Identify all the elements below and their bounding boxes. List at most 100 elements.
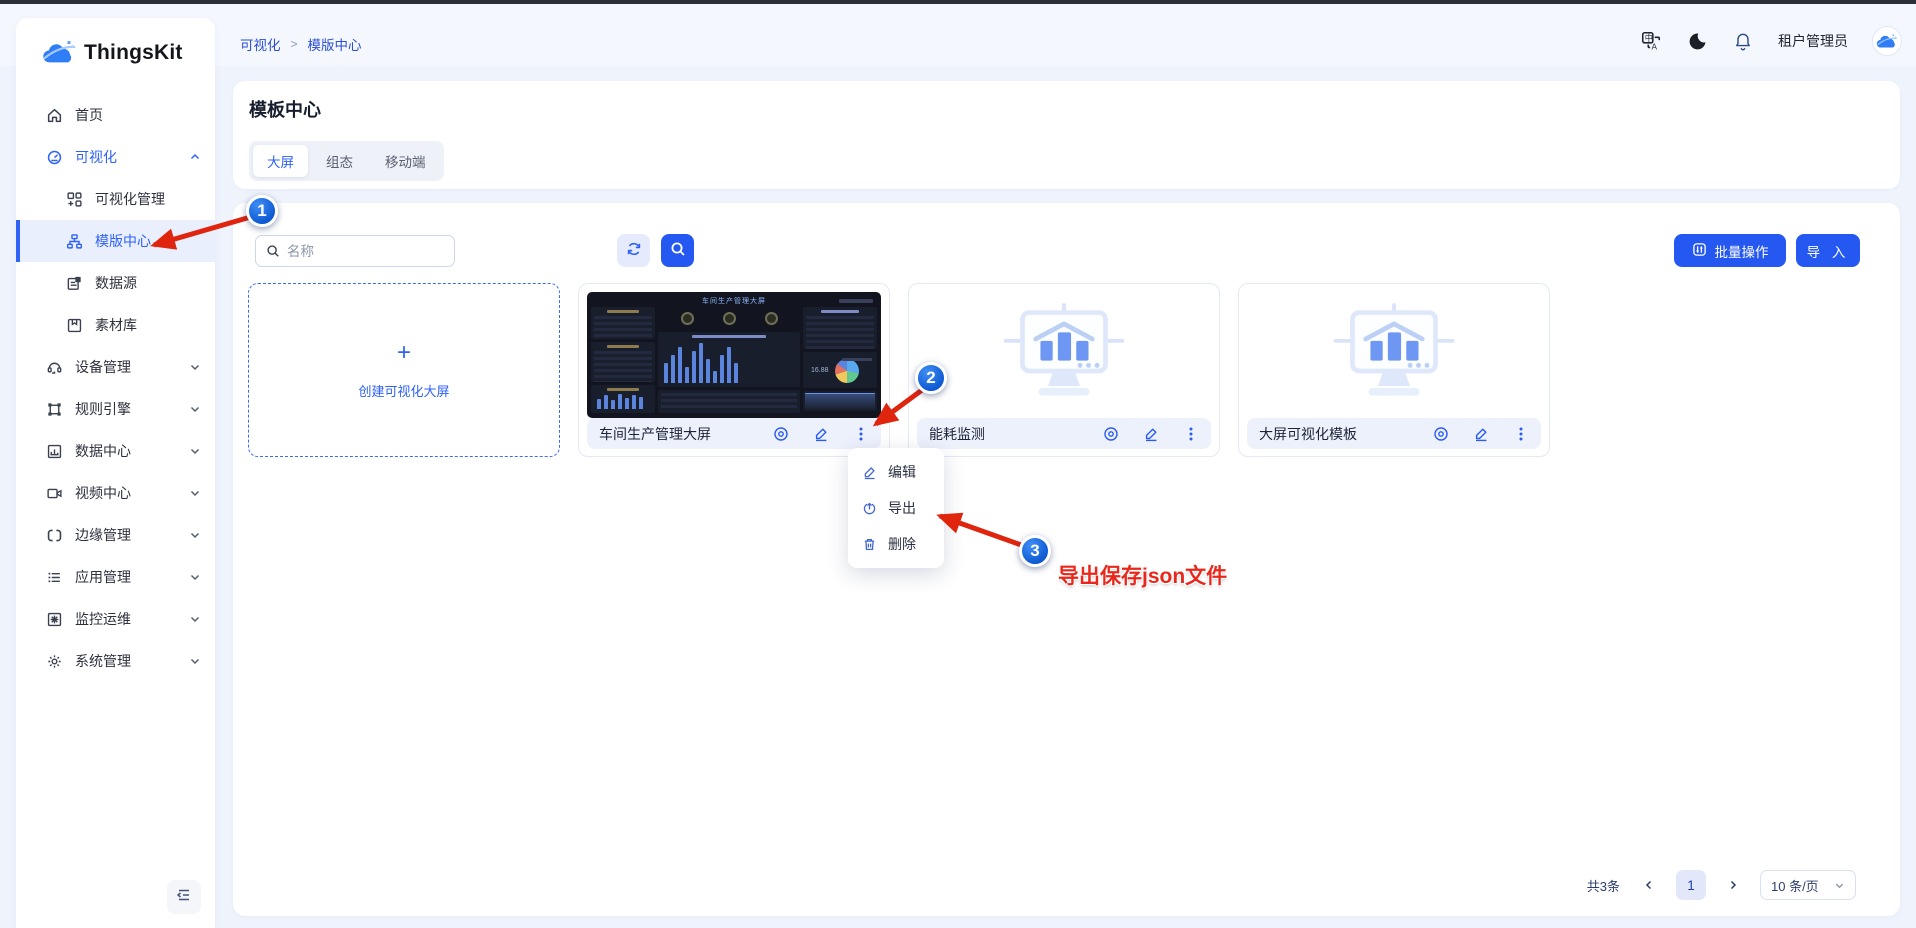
more-icon[interactable] [1513, 426, 1529, 442]
sidebar-item-data-center[interactable]: 数据中心 [16, 430, 215, 472]
chevron-down-icon [189, 613, 201, 625]
delete-icon [862, 537, 877, 552]
sidebar-item-datasource[interactable]: 数据源 [16, 262, 215, 304]
breadcrumb-template-center[interactable]: 模版中心 [308, 34, 362, 54]
template-grid: + 创建可视化大屏 车间生产管理大屏 16.88 车间生产管理大屏 能耗监测 大… [248, 283, 1880, 457]
thumbnail-timestamp [839, 299, 873, 303]
search-button[interactable] [661, 234, 694, 267]
user-name[interactable]: 租户管理员 [1778, 31, 1848, 51]
placeholder-illustration [1247, 292, 1541, 418]
sidebar-item-visualization[interactable]: 可视化 [16, 136, 215, 178]
template-title: 大屏可视化模板 [1259, 425, 1357, 442]
template-center-icon [66, 233, 83, 250]
thumbnail-title: 车间生产管理大屏 [702, 298, 766, 305]
dark-mode-icon[interactable] [1686, 30, 1708, 52]
monitor-chart-icon [1003, 303, 1125, 396]
home-icon [46, 107, 63, 124]
batch-operation-button[interactable]: 批量操作 [1674, 234, 1786, 267]
tab-mobile[interactable]: 移动端 [371, 145, 440, 177]
chevron-down-icon [189, 361, 201, 373]
template-title: 车间生产管理大屏 [599, 425, 711, 442]
placeholder-illustration [917, 292, 1211, 418]
edit-icon[interactable] [1143, 426, 1159, 442]
system-manage-icon [46, 653, 63, 670]
search-box [255, 235, 464, 267]
monitor-chart-icon [1333, 303, 1455, 396]
chevron-down-icon [189, 571, 201, 583]
template-card-energy[interactable]: 能耗监测 [908, 283, 1220, 457]
menu-item-edit[interactable]: 编辑 [848, 454, 944, 490]
sidebar: ThingsKit 首页 可视化 可视化管理 模版中心 数据源 素材库 设备管理… [16, 18, 215, 928]
sidebar-item-visualization-manage[interactable]: 可视化管理 [16, 178, 215, 220]
edit-icon[interactable] [813, 426, 829, 442]
chevron-down-icon [189, 529, 201, 541]
sidebar-item-material-library[interactable]: 素材库 [16, 304, 215, 346]
template-card-workshop[interactable]: 车间生产管理大屏 16.88 车间生产管理大屏 [578, 283, 890, 457]
sidebar-item-system-manage[interactable]: 系统管理 [16, 640, 215, 682]
template-title: 能耗监测 [929, 425, 985, 442]
logo-cloud-icon [42, 40, 76, 66]
topbar: 可视化 > 模版中心 中 A 租户管理员 [0, 4, 1916, 66]
sidebar-item-video-center[interactable]: 视频中心 [16, 472, 215, 514]
preview-icon[interactable] [1433, 426, 1449, 442]
page-header: 模板中心 大屏 组态 移动端 [233, 81, 1900, 189]
preview-icon[interactable] [1103, 426, 1119, 442]
sidebar-item-label: 可视化 [75, 149, 117, 165]
refresh-button[interactable] [617, 234, 650, 267]
more-icon[interactable] [1183, 426, 1199, 442]
tab-scada[interactable]: 组态 [312, 145, 367, 177]
avatar[interactable] [1872, 26, 1902, 56]
sidebar-item-label: 数据中心 [75, 443, 131, 459]
kpi-circles [658, 307, 800, 329]
more-icon[interactable] [853, 426, 869, 442]
translate-icon[interactable]: 中 A [1640, 30, 1662, 52]
page-size-select[interactable]: 10 条/页 [1760, 870, 1856, 900]
sidebar-item-edge-manage[interactable]: 边缘管理 [16, 514, 215, 556]
sidebar-item-monitor-ops[interactable]: 监控运维 [16, 598, 215, 640]
next-page-button[interactable] [1722, 874, 1744, 896]
search-icon [266, 244, 280, 258]
template-card-bigscreen-template[interactable]: 大屏可视化模板 [1238, 283, 1550, 457]
create-big-screen-card[interactable]: + 创建可视化大屏 [248, 283, 560, 457]
card-footer: 大屏可视化模板 [1247, 418, 1541, 449]
refresh-icon [626, 241, 642, 260]
chevron-down-icon [1834, 880, 1845, 891]
sidebar-item-device-manage[interactable]: 设备管理 [16, 346, 215, 388]
edit-icon[interactable] [1473, 426, 1489, 442]
create-label: 创建可视化大屏 [358, 383, 450, 399]
collapse-sidebar-button[interactable] [167, 880, 201, 914]
notification-icon[interactable] [1732, 30, 1754, 52]
sidebar-item-home[interactable]: 首页 [16, 94, 215, 136]
tab-big-screen[interactable]: 大屏 [253, 145, 308, 177]
datasource-icon [66, 275, 83, 292]
page-number-1[interactable]: 1 [1676, 870, 1706, 900]
breadcrumb-visualization[interactable]: 可视化 [240, 34, 281, 54]
sidebar-item-rule-engine[interactable]: 规则引擎 [16, 388, 215, 430]
sidebar-item-template-center[interactable]: 模版中心 [16, 220, 215, 262]
data-center-icon [46, 443, 63, 460]
menu-item-export[interactable]: 导出 [848, 490, 944, 526]
tabs: 大屏 组态 移动端 [249, 141, 444, 181]
edge-manage-icon [46, 527, 63, 544]
app-name: ThingsKit [84, 41, 183, 64]
video-center-icon [46, 485, 63, 502]
visualization-icon [46, 149, 63, 166]
sidebar-item-label: 设备管理 [75, 359, 131, 375]
main-panel: 批量操作 导 入 + 创建可视化大屏 车间生产管理大屏 [233, 203, 1900, 916]
chevron-up-icon [189, 151, 201, 163]
preview-icon[interactable] [773, 426, 789, 442]
menu-item-delete[interactable]: 删除 [848, 526, 944, 562]
card-footer: 车间生产管理大屏 [587, 418, 881, 449]
total-count: 共3条 [1586, 878, 1620, 894]
search-input[interactable] [287, 243, 464, 259]
sidebar-nav: 首页 可视化 可视化管理 模版中心 数据源 素材库 设备管理 规则引擎 数据中心… [16, 94, 215, 682]
prev-page-button[interactable] [1638, 874, 1660, 896]
import-button[interactable]: 导 入 [1796, 234, 1860, 267]
sidebar-item-label: 数据源 [95, 275, 137, 291]
sidebar-item-app-manage[interactable]: 应用管理 [16, 556, 215, 598]
sidebar-item-label: 可视化管理 [95, 191, 165, 207]
sidebar-item-label: 规则引擎 [75, 401, 131, 417]
toolbar: 批量操作 导 入 [255, 234, 1880, 268]
card-footer: 能耗监测 [917, 418, 1211, 449]
plus-icon: + [396, 338, 411, 366]
